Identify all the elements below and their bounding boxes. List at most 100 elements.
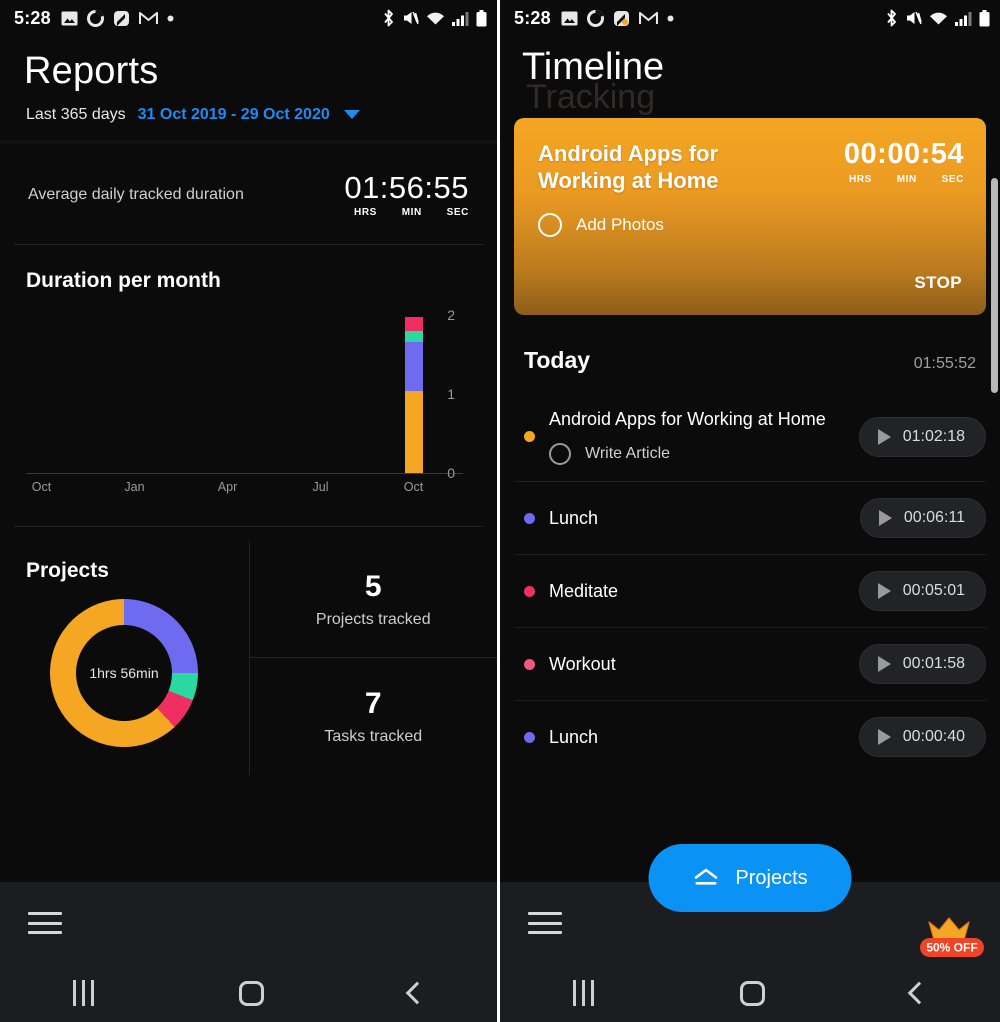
- bar-chart-y-axis-labels: 0 1 2: [433, 307, 463, 481]
- running-timer-header: Android Apps for Working at Home 00:00:5…: [538, 140, 964, 195]
- bar-chart-segment: [404, 317, 423, 331]
- bar-chart-segment: [404, 330, 423, 342]
- entry-duration: 00:00:40: [902, 728, 965, 746]
- hamburger-menu-icon[interactable]: [28, 912, 62, 934]
- recents-icon[interactable]: [72, 980, 94, 1006]
- projects-donut-chart[interactable]: 1hrs 56min: [19, 568, 229, 778]
- entry-duration: 01:02:18: [902, 427, 965, 445]
- back-icon[interactable]: [405, 981, 428, 1005]
- date-filter-row[interactable]: Last 365 days 31 Oct 2019 - 29 Oct 2020: [0, 92, 497, 140]
- bar-chart-x-tick: Oct: [31, 479, 52, 494]
- promo-crown-badge[interactable]: 50% OFF: [916, 910, 988, 960]
- vibrate-icon: [907, 11, 922, 25]
- promo-badge-text: 50% OFF: [926, 941, 977, 955]
- average-duration-value: 01:56:55: [344, 169, 469, 205]
- today-header: Today 01:55:52: [500, 315, 1000, 392]
- stat-projects-tracked: 5 Projects tracked: [250, 541, 498, 658]
- home-icon[interactable]: [238, 980, 264, 1006]
- play-icon[interactable]: [877, 729, 891, 746]
- bottom-app-bar-left: [0, 882, 497, 964]
- divider: [14, 525, 483, 527]
- entry-subtask-label: Write Article: [585, 445, 671, 463]
- bar-chart-x-tick: Jul: [312, 479, 329, 494]
- projects-fab[interactable]: Projects: [648, 844, 852, 912]
- entry-play-duration-pill[interactable]: 00:01:58: [858, 644, 986, 685]
- bar-chart-segment: [404, 390, 423, 473]
- bluetooth-icon: [384, 9, 393, 27]
- entry-play-duration-pill[interactable]: 00:00:40: [858, 717, 986, 758]
- status-bar-system-icons: [885, 9, 990, 27]
- date-range-value[interactable]: 31 Oct 2019 - 29 Oct 2020: [138, 106, 330, 124]
- timeline-entry[interactable]: Lunch 00:06:11: [500, 482, 1000, 554]
- entry-project-name: Workout: [549, 653, 616, 674]
- bar-chart-bar[interactable]: [404, 317, 423, 473]
- timeline-title-wrap: Timeline Tracking: [500, 36, 1000, 116]
- stop-button[interactable]: STOP: [914, 273, 962, 293]
- today-label: Today: [524, 347, 591, 373]
- app-icon: [613, 10, 629, 26]
- battery-icon: [979, 9, 990, 26]
- android-nav-bar-right: [500, 964, 1000, 1022]
- dot-icon: [167, 15, 174, 21]
- circle-outline-icon[interactable]: [549, 443, 571, 466]
- status-bar-clock: 5:28: [514, 7, 551, 28]
- entry-play-duration-pill[interactable]: 00:06:11: [859, 498, 986, 539]
- entry-project-name: Lunch: [549, 507, 599, 528]
- timeline-entry[interactable]: Meditate 00:05:01: [500, 555, 1000, 627]
- donut-center-label: 1hrs 56min: [89, 664, 159, 681]
- unit-hrs: HRS: [849, 174, 872, 185]
- running-timer-task-row[interactable]: Add Photos: [538, 212, 964, 237]
- bar-chart-y-tick: 2: [447, 306, 455, 323]
- bar-chart-y-tick: 0: [447, 464, 455, 481]
- play-icon[interactable]: [877, 656, 891, 673]
- tasks-tracked-value: 7: [364, 687, 382, 721]
- signal-icon: [955, 11, 972, 26]
- entry-color-dot: [524, 431, 535, 443]
- running-timer-card[interactable]: Android Apps for Working at Home 00:00:5…: [514, 118, 986, 315]
- vertical-scrollbar[interactable]: [991, 178, 998, 393]
- battery-icon: [476, 9, 487, 26]
- timeline-entry[interactable]: Workout 00:01:58: [500, 628, 1000, 700]
- chevron-down-icon[interactable]: [343, 110, 360, 120]
- entry-duration: 00:05:01: [902, 582, 965, 600]
- status-bar-notification-icons: [61, 9, 174, 27]
- timeline-entry[interactable]: Lunch 00:00:40: [500, 701, 1000, 773]
- entry-subtask-row[interactable]: Write Article: [549, 443, 859, 466]
- entry-text-block: Lunch: [549, 726, 859, 749]
- home-icon[interactable]: [740, 980, 765, 1006]
- entry-duration: 00:06:11: [903, 509, 965, 527]
- play-icon[interactable]: [878, 510, 892, 527]
- recents-icon[interactable]: [573, 980, 594, 1006]
- unit-hrs: HRS: [354, 206, 377, 218]
- bar-chart-x-tick: Oct: [403, 479, 424, 494]
- gmail-icon: [138, 11, 158, 24]
- entry-play-duration-pill[interactable]: 00:05:01: [858, 571, 986, 612]
- average-duration-row: Average daily tracked duration 01:56:55 …: [0, 144, 497, 244]
- dot-icon: [667, 15, 674, 21]
- reports-screen: 5:28 Reports Last 365 days 31 Oct 2019 -…: [0, 0, 500, 1022]
- timeline-entry-list: Android Apps for Working at Home Write Ar…: [500, 392, 1000, 773]
- projects-section: Projects 1hrs 56min 5 Projects tracked 7…: [0, 540, 498, 778]
- circle-outline-icon[interactable]: [538, 212, 562, 237]
- projects-stats: 5 Projects tracked 7 Tasks tracked: [248, 540, 498, 775]
- running-timer-value-block: 00:00:54 HRS MIN SEC: [844, 140, 964, 186]
- back-icon[interactable]: [907, 981, 931, 1005]
- play-icon[interactable]: [877, 428, 891, 445]
- today-total-duration: 01:55:52: [913, 355, 976, 372]
- android-nav-bar-left: [0, 964, 497, 1022]
- unit-min: MIN: [401, 206, 422, 218]
- entry-project-name: Android Apps for Working at Home: [549, 409, 826, 429]
- bar-chart-segment: [404, 341, 423, 391]
- entry-project-name: Meditate: [549, 580, 619, 601]
- page-title: Reports: [24, 50, 159, 92]
- status-bar-left: 5:28: [0, 0, 497, 36]
- timeline-entry[interactable]: Android Apps for Working at Home Write Ar…: [500, 392, 1000, 481]
- duration-per-month-chart: 0 1 2 Oct Jan Apr Jul Oct: [26, 307, 463, 500]
- signal-icon: [452, 11, 469, 26]
- entry-text-block: Android Apps for Working at Home Write Ar…: [549, 408, 859, 466]
- play-icon[interactable]: [877, 583, 891, 600]
- bar-chart-y-tick: 1: [447, 385, 455, 402]
- entry-play-duration-pill[interactable]: 01:02:18: [858, 416, 986, 457]
- vibrate-icon: [404, 11, 419, 25]
- hamburger-menu-icon[interactable]: [528, 912, 562, 934]
